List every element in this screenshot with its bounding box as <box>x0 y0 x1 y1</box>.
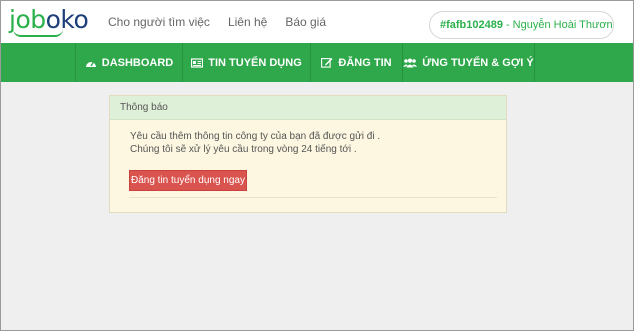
logo-smile-icon <box>13 29 63 37</box>
main-nav-dashboard-label: DASHBOARD <box>101 56 174 69</box>
newspaper-icon <box>191 57 204 68</box>
main-nav-applications-label: ỨNG TUYỂN & GỢI Ý <box>422 56 534 69</box>
nav-link-contact[interactable]: Liên hệ <box>228 15 267 29</box>
main-nav: DASHBOARD TIN TUYỂN DỤNG ĐĂNG TIN ỨNG TU… <box>1 43 633 82</box>
main-nav-applications[interactable]: ỨNG TUYỂN & GỢI Ý <box>403 43 535 82</box>
notice-panel: Thông báo Yêu cầu thêm thông tin công ty… <box>109 95 507 213</box>
notice-title: Thông báo <box>110 96 506 120</box>
main-nav-job-posts[interactable]: TIN TUYỂN DỤNG <box>183 43 311 82</box>
nav-link-pricing[interactable]: Báo giá <box>285 15 326 29</box>
notice-message-line-1: Yêu cầu thêm thông tin công ty của bạn đ… <box>130 131 381 142</box>
post-job-now-button[interactable]: Đăng tin tuyển dụng ngay <box>129 170 247 191</box>
notice-message-line-2: Chúng tôi sẽ xử lý yêu cầu trong vòng 24… <box>130 144 357 155</box>
browser-frame: joboko Cho người tìm việc Liên hệ Báo gi… <box>0 0 634 331</box>
top-nav: Cho người tìm việc Liên hệ Báo giá <box>108 15 344 29</box>
user-id: #fafb102489 <box>440 19 503 31</box>
main-nav-post-job-label: ĐĂNG TIN <box>338 56 392 69</box>
user-name: Nguyễn Hoài Thươn... <box>512 19 614 31</box>
notice-body: Yêu cầu thêm thông tin công ty của bạn đ… <box>110 120 506 156</box>
user-separator: - <box>506 19 510 31</box>
dashboard-icon <box>85 58 97 68</box>
notice-divider <box>129 197 497 198</box>
edit-icon <box>321 57 333 68</box>
main-nav-post-job[interactable]: ĐĂNG TIN <box>311 43 403 82</box>
top-bar: joboko Cho người tìm việc Liên hệ Báo gi… <box>1 1 633 43</box>
main-nav-dashboard[interactable]: DASHBOARD <box>76 43 183 82</box>
main-nav-job-posts-label: TIN TUYỂN DỤNG <box>208 56 302 69</box>
users-icon <box>403 58 418 68</box>
user-account-button[interactable]: #fafb102489- Nguyễn Hoài Thươn... <box>429 11 614 39</box>
nav-link-job-seekers[interactable]: Cho người tìm việc <box>108 15 210 29</box>
